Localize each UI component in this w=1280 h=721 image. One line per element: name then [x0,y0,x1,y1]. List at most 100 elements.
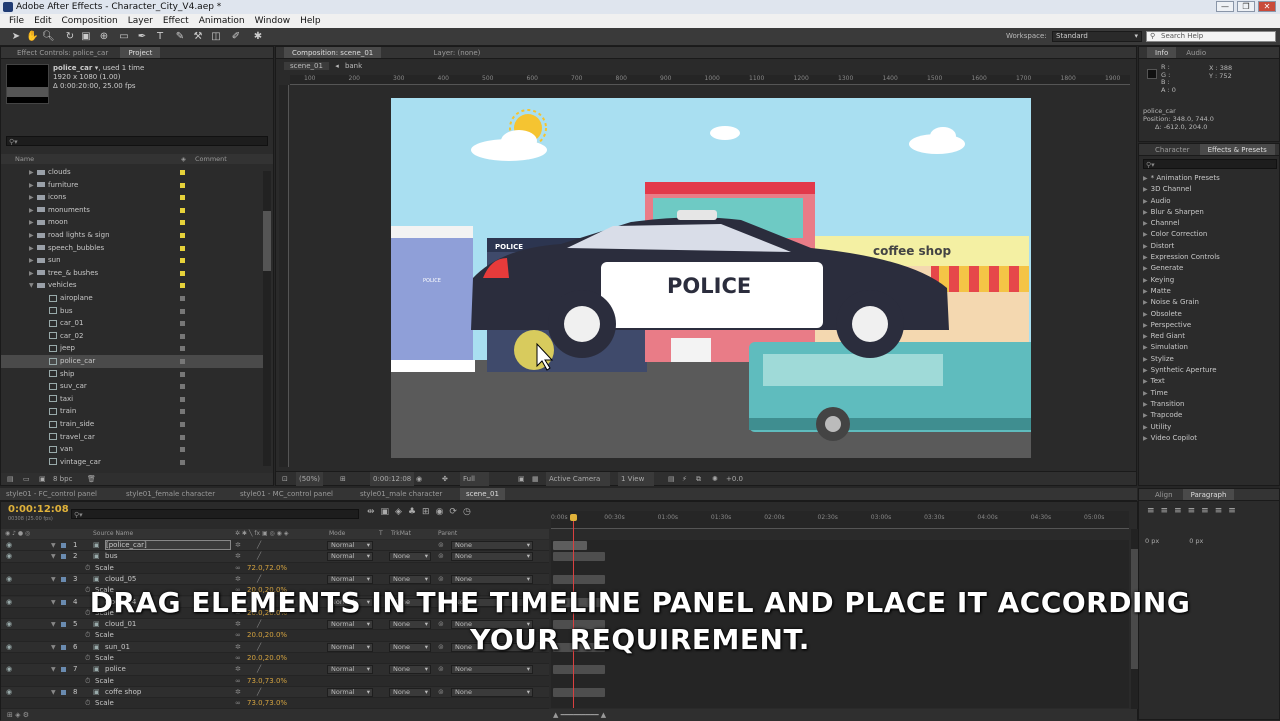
project-item-taxi[interactable]: taxi [1,393,269,406]
parent-dropdown[interactable]: None ▾ [451,541,533,550]
expand-closed-icon[interactable]: ▶ [1143,265,1151,272]
bpc-label[interactable]: 8 bpc [53,473,72,485]
project-item-vehicles[interactable]: ▼ vehicles [1,279,269,292]
constrain-proportions-icon[interactable]: ∞ [235,676,241,687]
effects-category-item[interactable]: ▶ Perspective [1143,320,1277,331]
quality-switch-icon[interactable]: ╱ [257,664,261,675]
layer-label-color[interactable] [61,689,66,695]
label-color-swatch[interactable] [180,359,185,364]
label-color-swatch[interactable] [180,333,185,339]
label-column-icon[interactable]: ◈ [181,154,186,164]
project-item-van[interactable]: van [1,443,269,456]
resolution-dropdown[interactable]: Full [460,472,489,486]
column-source-name[interactable]: Source Name [93,529,133,539]
project-item-airoplane[interactable]: airoplane [1,292,269,305]
label-color-swatch[interactable] [180,296,185,301]
pen-tool-icon[interactable]: ✒ [136,31,148,43]
track-matte-dropdown[interactable]: None ▾ [389,687,431,697]
effects-category-item[interactable]: ▶ Matte [1143,286,1277,297]
exposure-value[interactable]: +0.0 [726,472,743,486]
expand-closed-icon[interactable]: ▶ [1143,175,1151,182]
label-color-swatch[interactable] [180,182,185,188]
effects-category-item[interactable]: ▶ Blur & Sharpen [1143,207,1277,218]
label-color-swatch[interactable] [180,270,185,276]
timeline-switch-icons[interactable]: ⇹▣◈♣⊞◉⟳◷ [367,507,477,517]
timeline-time-ruler[interactable]: 0:00s 00:30s 01:00s 01:30s 02:00s 02:30s 03:00… [551,511,1129,529]
expand-closed-icon[interactable]: ▶ [1143,231,1151,238]
menu-layer[interactable]: Layer [123,14,158,28]
quality-switch-icon[interactable]: ╱ [257,540,261,551]
property-value[interactable]: 73.0,73.0% [247,698,287,709]
project-item-car-02[interactable]: car_02 [1,330,269,343]
parent-dropdown[interactable]: None ▾ [451,552,533,562]
expand-closed-icon[interactable]: ▶ [1143,322,1151,329]
effects-category-item[interactable]: ▶ Keying [1143,275,1277,286]
property-value[interactable]: 73.0,73.0% [247,676,287,687]
label-color-swatch[interactable] [180,346,185,352]
twirl-down-icon[interactable]: ▼ [51,664,56,675]
label-color-swatch[interactable] [180,409,185,415]
brush-tool-icon[interactable]: ✎ [174,31,186,43]
project-item-sun[interactable]: ▶ sun [1,254,269,267]
search-help-field[interactable]: ⚲ Search Help [1146,31,1276,42]
tab-female-character[interactable]: style01_female character [126,488,215,500]
menu-effect[interactable]: Effect [158,14,194,28]
shy-switch-icon[interactable]: ✲ [235,664,241,675]
project-item-name[interactable]: police_car ▾ [53,64,98,72]
expand-closed-icon[interactable]: ▶ [1143,344,1151,351]
column-comment[interactable]: Comment [195,154,227,164]
indent-left-value[interactable]: 0 px [1145,537,1159,545]
zoom-tool-icon[interactable]: 🔍︎ [42,31,55,43]
flowchart-icon[interactable]: ⧉ [696,472,701,486]
tab-align[interactable]: Align [1147,489,1181,500]
layer-name[interactable]: police [105,664,126,675]
project-item-train-side[interactable]: train_side [1,418,269,431]
visibility-eye-icon[interactable]: ◉ [6,551,12,562]
project-item-speech-bubbles[interactable]: ▶ speech_bubbles [1,242,269,255]
stopwatch-icon[interactable]: ⏱︎ [85,563,90,574]
timeline-layer-row[interactable]: ◉ ▼ 7 ▣ police ✲ ╱ Normal ▾ None ▾ ⊚ None ▾ [1,664,549,676]
expand-closed-icon[interactable]: ▶ [1143,412,1151,419]
timeline-layer-row[interactable]: ◉ ▼ 8 ▣ coffe shop ✲ ╱ Normal ▾ None ▾ ⊚ None ▾ [1,686,549,699]
menu-file[interactable]: File [4,14,29,28]
blend-mode-dropdown[interactable]: Normal ▾ [327,687,373,697]
zoom-slider-icon[interactable]: ▲ ━━━━━━━━━ ▲ [553,709,606,721]
expand-closed-icon[interactable]: ▶ [1143,277,1151,284]
project-item-ship[interactable]: ship [1,368,269,381]
roto-brush-tool-icon[interactable]: ✐ [230,31,242,43]
twirl-down-icon[interactable]: ▼ [51,551,56,562]
quality-switch-icon[interactable]: ╱ [257,551,261,562]
layer-duration-bar[interactable] [553,665,605,675]
layer-label-color[interactable] [61,543,66,548]
camera-view-dropdown[interactable]: Active Camera [546,472,611,486]
timeline-search-input[interactable]: ⚲▾ [71,509,359,519]
twirl-down-icon[interactable]: ▼ [51,687,56,698]
blend-mode-dropdown[interactable]: Normal ▾ [327,574,373,584]
effects-category-item[interactable]: ▶ * Animation Presets [1143,173,1277,184]
tab-composition-scene-01[interactable]: Composition: scene_01 [284,47,382,58]
pick-whip-icon[interactable]: ⊚ [438,664,444,675]
project-item-suv-car[interactable]: suv_car [1,380,269,393]
layer-label-color[interactable] [61,576,66,582]
breadcrumb-bank[interactable]: bank [345,62,362,70]
project-item-bus[interactable]: bus [1,305,269,318]
tab-fc-control-panel[interactable]: style01 - FC_control panel [6,488,97,500]
effects-category-item[interactable]: ▶ Time [1143,388,1277,399]
effects-category-item[interactable]: ▶ Utility [1143,422,1277,433]
fast-previews-icon[interactable]: ⚡︎ [682,472,687,486]
effects-category-item[interactable]: ▶ Expression Controls [1143,252,1277,263]
pick-whip-icon[interactable]: ⊚ [438,551,444,562]
visibility-eye-icon[interactable]: ◉ [6,540,12,551]
trash-icon[interactable]: 🗑︎ [87,473,96,485]
effects-category-item[interactable]: ▶ Text [1143,376,1277,387]
label-color-swatch[interactable] [180,308,185,314]
project-item-moon[interactable]: ▶ moon [1,216,269,229]
track-matte-dropdown[interactable]: None ▾ [389,574,431,584]
label-color-swatch[interactable] [180,371,185,377]
project-item-monuments[interactable]: ▶ monuments [1,204,269,217]
expand-closed-icon[interactable]: ▶ [1143,356,1151,363]
expand-closed-icon[interactable]: ▶ [1143,367,1151,374]
region-of-interest-icon[interactable]: ▣ [518,472,525,486]
indent-controls[interactable]: 0 px 0 px [1145,537,1203,545]
column-mode[interactable]: Mode [329,529,345,539]
